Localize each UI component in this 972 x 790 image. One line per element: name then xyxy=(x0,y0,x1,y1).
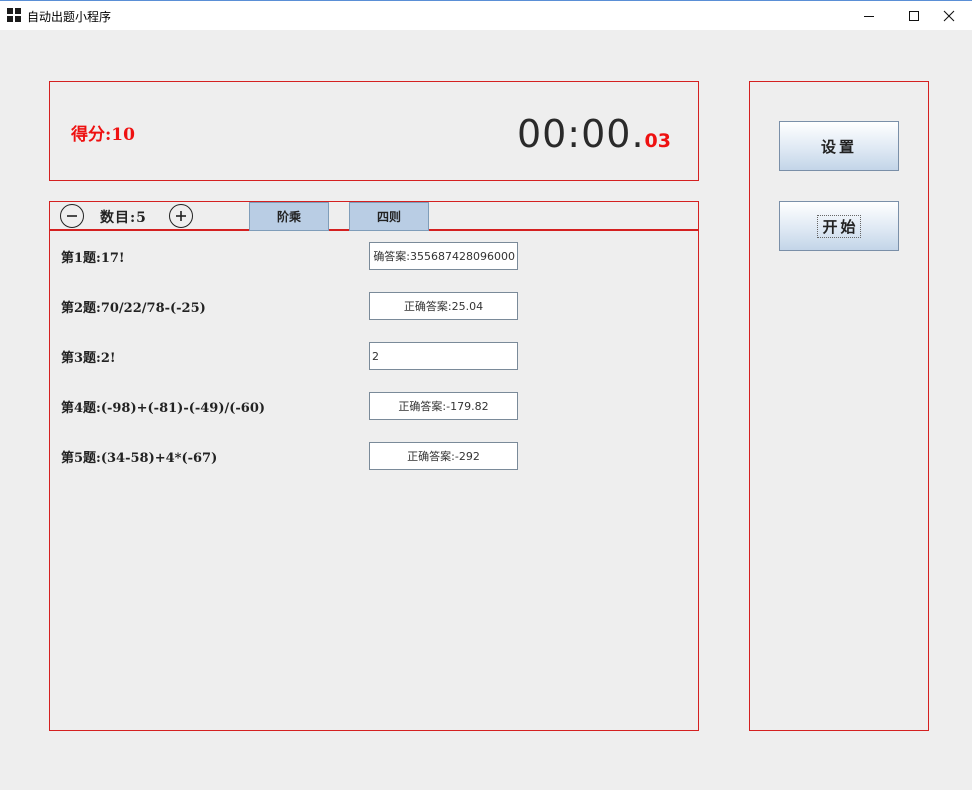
question-row: 第1题:17! xyxy=(61,242,521,270)
minimize-button[interactable] xyxy=(846,1,892,31)
question-panel: 数目:5 阶乘 四则 第1题:17! 第2题:70/22/78-(-25) 第3… xyxy=(49,201,699,731)
question-count: 数目:5 xyxy=(100,210,147,226)
question-label: 第5题:(34-58)+4*(-67) xyxy=(61,451,218,466)
tab-arithmetic[interactable]: 四则 xyxy=(349,202,429,231)
question-label: 第4题:(-98)+(-81)-(-49)/(-60) xyxy=(61,401,266,416)
question-row: 第3题:2! xyxy=(61,342,521,370)
maximize-icon xyxy=(909,11,919,21)
window-title: 自动出题小程序 xyxy=(27,10,112,24)
timer-display: 00:00.03 xyxy=(517,112,671,156)
question-row: 第4题:(-98)+(-81)-(-49)/(-60) xyxy=(61,392,521,420)
answer-input[interactable] xyxy=(369,342,518,370)
answer-input[interactable] xyxy=(369,392,518,420)
increase-count-button[interactable] xyxy=(169,204,193,228)
score-label: 得分:10 xyxy=(71,125,135,145)
tab-factorial[interactable]: 阶乘 xyxy=(249,202,329,231)
control-panel: 设置 开始 xyxy=(749,81,929,731)
question-label: 第1题:17! xyxy=(61,251,125,266)
close-icon xyxy=(943,10,955,22)
app-grid-icon xyxy=(7,8,21,22)
minimize-icon xyxy=(864,16,874,17)
close-button[interactable] xyxy=(926,1,972,31)
answer-input[interactable] xyxy=(369,442,518,470)
question-row: 第5题:(34-58)+4*(-67) xyxy=(61,442,521,470)
app-window: 自动出题小程序 得分:10 00:00.03 数目:5 阶乘 四则 第1题:17… xyxy=(0,0,972,790)
start-button-label: 开始 xyxy=(817,214,861,238)
answer-input[interactable] xyxy=(369,242,518,270)
settings-button-label: 设置 xyxy=(820,137,857,156)
question-toolbar: 数目:5 阶乘 四则 xyxy=(50,202,698,231)
minus-icon xyxy=(67,215,77,217)
answer-input[interactable] xyxy=(369,292,518,320)
plus-icon xyxy=(176,211,186,221)
settings-button[interactable]: 设置 xyxy=(779,121,899,171)
timer-milliseconds: 03 xyxy=(644,130,671,152)
decrease-count-button[interactable] xyxy=(60,204,84,228)
question-row: 第2题:70/22/78-(-25) xyxy=(61,292,521,320)
start-button[interactable]: 开始 xyxy=(779,201,899,251)
title-bar[interactable]: 自动出题小程序 xyxy=(0,0,972,30)
timer-main: 00:00. xyxy=(516,112,645,156)
question-label: 第3题:2! xyxy=(61,351,116,366)
score-panel: 得分:10 00:00.03 xyxy=(49,81,699,181)
question-label: 第2题:70/22/78-(-25) xyxy=(61,301,206,316)
